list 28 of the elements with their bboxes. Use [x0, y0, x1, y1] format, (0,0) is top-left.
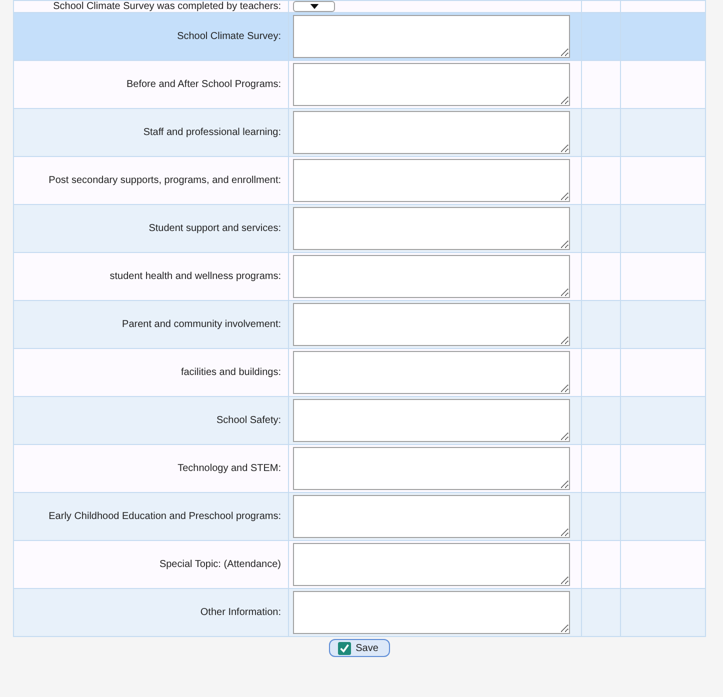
- save-button[interactable]: Save: [328, 639, 390, 657]
- table-row[interactable]: Special Topic: (Attendance): [14, 540, 706, 588]
- table-row[interactable]: Staff and professional learning:: [14, 108, 706, 156]
- field-label: Technology and STEM:: [178, 463, 282, 474]
- field-label: Parent and community involvement:: [122, 319, 282, 330]
- field-label: Other Information:: [200, 607, 282, 618]
- table-row[interactable]: School Safety:: [14, 396, 706, 444]
- table-row[interactable]: student health and wellness programs:: [14, 252, 706, 300]
- table-row[interactable]: Post secondary supports, programs, and enrollment:: [14, 156, 706, 204]
- table-row[interactable]: Early Childhood Education and Preschool programs:: [14, 492, 706, 540]
- field-label: Before and After School Programs:: [126, 79, 282, 90]
- table-row[interactable]: facilities and buildings:: [14, 348, 706, 396]
- field-label: Post secondary supports, programs, and enrollment:: [48, 175, 282, 186]
- field-label: student health and wellness programs:: [110, 271, 282, 282]
- table-row[interactable]: Parent and community involvement:: [14, 300, 706, 348]
- table-row[interactable]: Technology and STEM:: [14, 444, 706, 492]
- field-label: School Climate Survey was completed by teachers:: [53, 1, 282, 12]
- field-label: Special Topic: (Attendance): [159, 559, 282, 570]
- field-label: School Climate Survey:: [177, 31, 282, 42]
- table-row[interactable]: Student support and services:: [14, 204, 706, 252]
- field-label: School Safety:: [216, 415, 282, 426]
- field-label: Staff and professional learning:: [143, 127, 282, 138]
- field-label: Early Childhood Education and Preschool programs:: [48, 511, 282, 522]
- field-label: Student support and services:: [148, 223, 282, 234]
- field-label: facilities and buildings:: [180, 367, 282, 378]
- table-row[interactable]: Before and After School Programs:: [14, 60, 706, 108]
- table-row[interactable]: School Climate Survey:: [14, 12, 706, 60]
- table-row[interactable]: Other Information:: [14, 588, 706, 636]
